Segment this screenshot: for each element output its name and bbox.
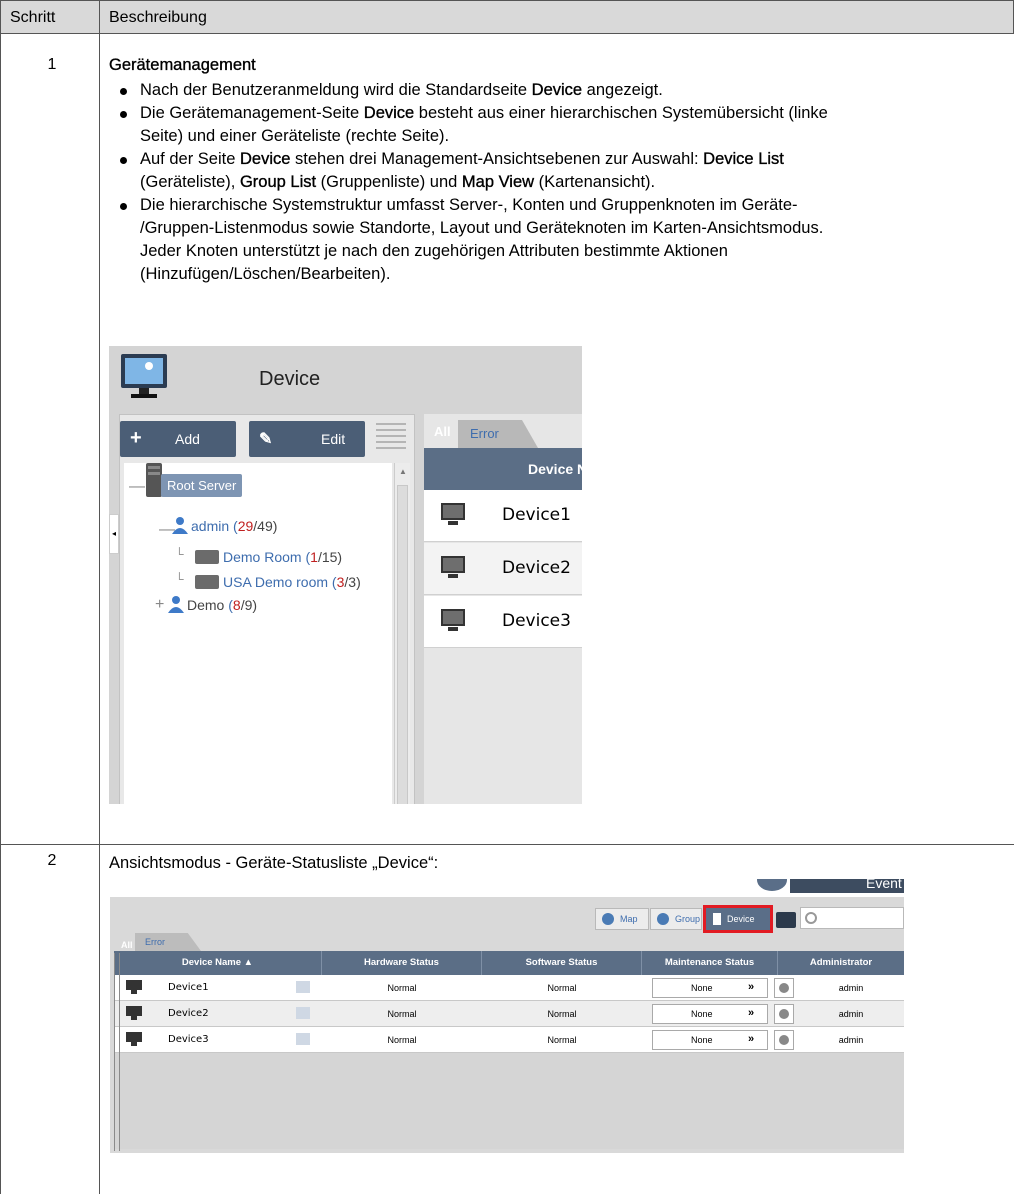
procedure-table: Schritt Beschreibung 1 Gerätemanagement … <box>0 0 1014 1194</box>
device-status-list-screenshot: Event Error All Map Group Device Device … <box>110 879 904 1153</box>
collapse-panel-icon[interactable]: ◂ <box>109 514 119 554</box>
collapse-root-icon[interactable]: — <box>129 478 145 496</box>
list-item: Die hierarchische Systemstruktur umfasst… <box>118 194 1008 286</box>
tab-error[interactable]: Error <box>135 933 201 951</box>
table-column-divider <box>99 0 100 1194</box>
monitor-icon <box>126 980 142 994</box>
table-row[interactable]: Device3 <box>424 596 582 648</box>
row-divider <box>0 844 1014 845</box>
column-hardware-status[interactable]: Hardware Status <box>322 951 482 975</box>
device-list-panel: Error All Device Nam Device1 Device2 Dev… <box>424 414 582 804</box>
monitor-icon <box>441 609 465 631</box>
table-row[interactable]: Device1 <box>424 490 582 542</box>
event-label[interactable]: Event <box>866 879 902 891</box>
tab-all[interactable]: All <box>121 940 133 950</box>
table-border-left <box>0 0 1 1194</box>
column-header-device-name[interactable]: Device Nam <box>424 448 582 490</box>
screen-thumbnail-icon[interactable] <box>296 1007 310 1019</box>
table-row[interactable]: Device1 Normal Normal None» admin <box>114 975 904 1001</box>
table-row[interactable]: Device3 Normal Normal None» admin <box>114 1027 904 1053</box>
column-device-name[interactable]: Device Name ▲ <box>114 951 322 975</box>
device-status-table: Device Name ▲ Hardware Status Software S… <box>114 951 904 1149</box>
step-number-2: 2 <box>47 852 57 869</box>
step1-bullets: Nach der Benutzeranmeldung wird die Stan… <box>118 79 1008 286</box>
table-header: Schritt Beschreibung <box>0 0 1014 34</box>
pencil-icon: ✎ <box>259 431 273 448</box>
edit-button[interactable]: ✎ Edit <box>249 421 365 457</box>
list-item: Die Gerätemanagement-Seite Device besteh… <box>118 102 1008 148</box>
list-item: Nach der Benutzeranmeldung wird die Stan… <box>118 79 1008 102</box>
header-description: Beschreibung <box>109 9 207 26</box>
system-tree <box>124 463 392 804</box>
step-number-1: 1 <box>47 56 57 73</box>
column-maintenance-status[interactable]: Maintenance Status <box>642 951 778 975</box>
tree-node-root-server[interactable]: Root Server <box>161 474 243 497</box>
device-view-button[interactable]: Device <box>703 905 773 933</box>
tab-error[interactable]: Error <box>458 420 538 448</box>
tree-node-demo-room[interactable]: Demo Room (1/15) <box>195 549 342 565</box>
globe-icon <box>602 913 614 925</box>
tree-node-usa-demo-room[interactable]: USA Demo room (3/3) <box>195 574 361 590</box>
step2-description: Ansichtsmodus - Geräte-Statusliste „Devi… <box>109 854 439 872</box>
screen-thumbnail-icon[interactable] <box>296 1033 310 1045</box>
header-step: Schritt <box>10 9 56 26</box>
map-view-button[interactable]: Map <box>595 908 649 930</box>
plus-icon: + <box>130 427 142 449</box>
chevron-down-icon: » <box>748 981 755 993</box>
tab-all[interactable]: All <box>434 424 451 439</box>
list-view-icon[interactable] <box>376 423 406 455</box>
table-header: Device Name ▲ Hardware Status Software S… <box>114 951 904 975</box>
monitor-icon <box>441 556 465 578</box>
user-icon <box>168 596 184 613</box>
search-icon[interactable] <box>774 978 794 998</box>
tree-node-demo[interactable]: Demo (8/9) <box>167 595 257 613</box>
monitor-icon <box>126 1006 142 1020</box>
maintenance-status-select[interactable]: None» <box>652 1030 768 1050</box>
screen-thumbnail-icon[interactable] <box>296 981 310 993</box>
print-icon[interactable] <box>776 912 796 928</box>
add-button[interactable]: + Add <box>120 421 236 457</box>
maintenance-status-select[interactable]: None» <box>652 978 768 998</box>
step1-title: Gerätemanagement <box>109 56 256 74</box>
folder-icon <box>195 550 219 564</box>
column-software-status[interactable]: Software Status <box>482 951 642 975</box>
left-scrollbar[interactable] <box>114 953 120 1151</box>
search-input[interactable] <box>800 907 904 929</box>
maintenance-status-select[interactable]: None» <box>652 1004 768 1024</box>
device-monitor-icon <box>121 354 167 398</box>
device-page-screenshot: Device + Add ✎ Edit ▲ ◂ — Root Server — … <box>109 346 582 804</box>
search-icon[interactable] <box>774 1004 794 1024</box>
search-icon <box>805 912 817 924</box>
monitor-icon <box>441 503 465 525</box>
user-icon <box>172 517 188 534</box>
monitor-icon <box>126 1032 142 1046</box>
group-view-button[interactable]: Group <box>650 908 702 930</box>
search-icon[interactable] <box>774 1030 794 1050</box>
group-icon <box>657 913 669 925</box>
folder-icon <box>195 575 219 589</box>
chevron-down-icon: » <box>748 1007 755 1019</box>
expand-demo-icon[interactable]: + <box>155 596 164 614</box>
tree-node-admin[interactable]: admin (29/49) <box>171 516 277 534</box>
table-row[interactable]: Device2 <box>424 543 582 595</box>
column-administrator[interactable]: Administrator <box>778 951 904 975</box>
tree-scrollbar[interactable]: ▲ <box>394 463 410 804</box>
device-icon <box>713 913 721 925</box>
list-item: Auf der Seite Device stehen drei Managem… <box>118 148 1008 194</box>
table-row[interactable]: Device2 Normal Normal None» admin <box>114 1001 904 1027</box>
page-title: Device <box>259 368 321 390</box>
chevron-down-icon: » <box>748 1033 755 1045</box>
